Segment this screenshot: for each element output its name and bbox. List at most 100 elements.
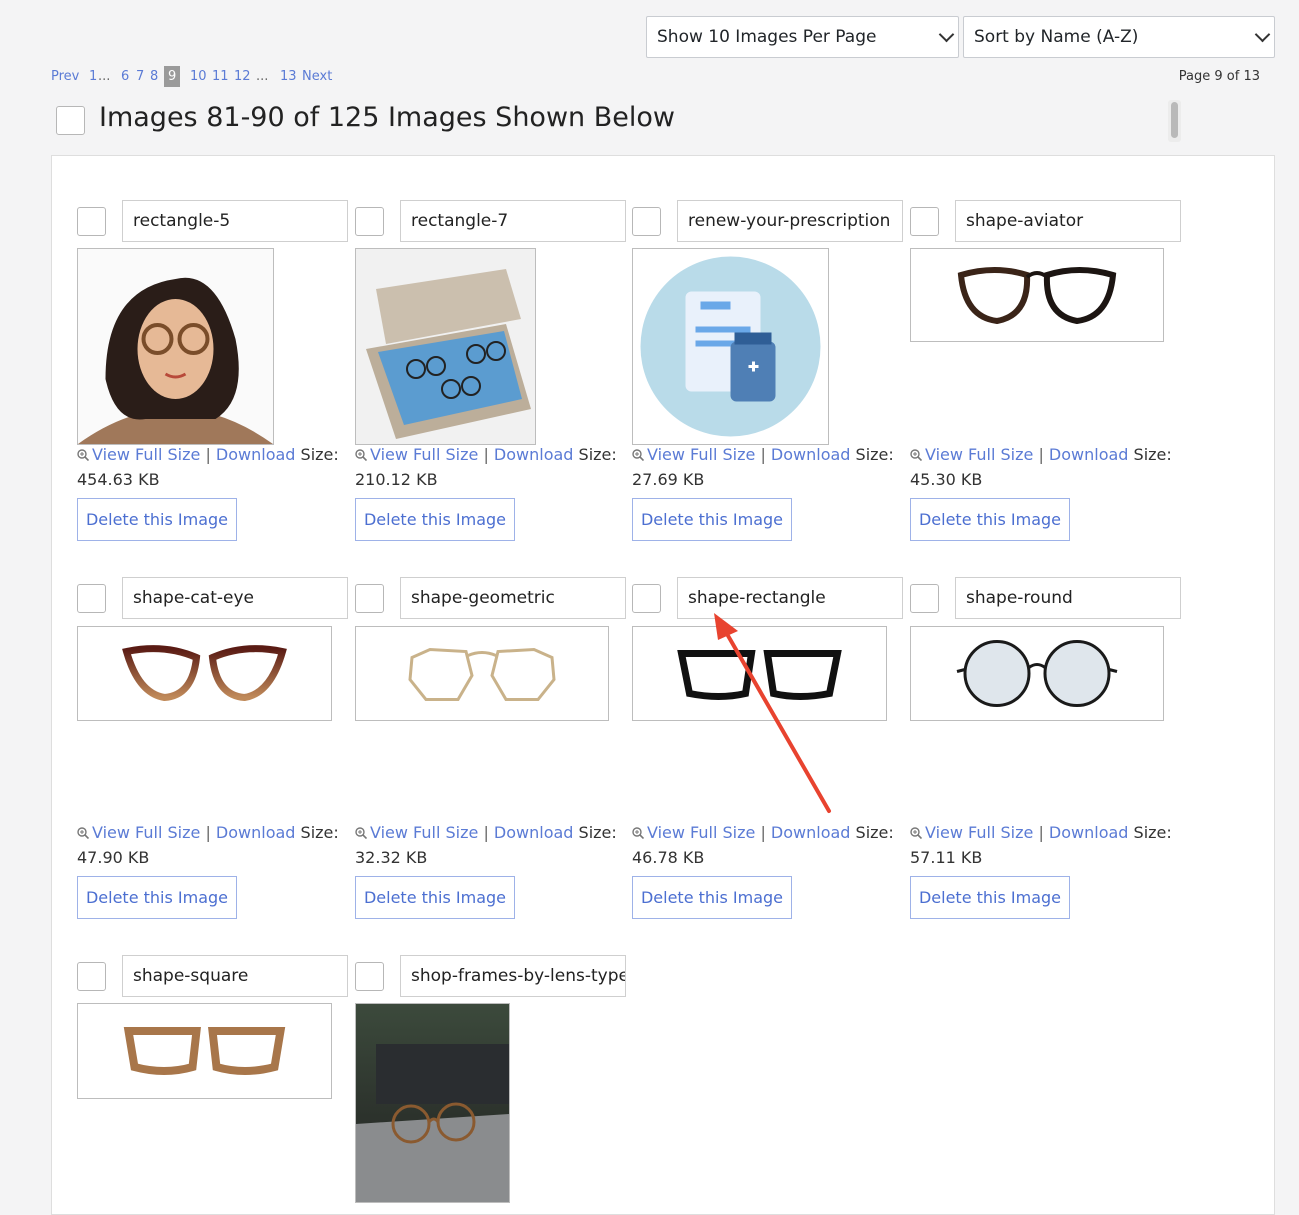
image-size: 57.11 KB — [910, 848, 983, 867]
download-link[interactable]: Download — [1049, 823, 1129, 842]
size-label: Size: — [855, 823, 894, 842]
image-links: View Full Size | Download Size: — [910, 823, 1172, 842]
image-name-field[interactable]: shape-square — [122, 955, 348, 997]
image-thumbnail[interactable] — [77, 1003, 332, 1099]
link-separator: | — [1038, 445, 1044, 464]
pagination-next[interactable]: Next — [302, 69, 332, 84]
image-name-field[interactable]: rectangle-7 — [400, 200, 626, 242]
pagination-page-6[interactable]: 6 — [121, 69, 129, 84]
image-links: View Full Size | Download Size: — [355, 823, 617, 842]
zoom-icon — [910, 446, 923, 462]
image-select-checkbox[interactable] — [632, 584, 661, 613]
image-thumbnail[interactable] — [355, 626, 609, 721]
size-label: Size: — [578, 823, 617, 842]
pagination-page-8[interactable]: 8 — [150, 69, 158, 84]
view-full-size-link[interactable]: View Full Size — [647, 445, 755, 464]
image-name-field[interactable]: shape-round — [955, 577, 1181, 619]
image-size: 47.90 KB — [77, 848, 150, 867]
view-full-size-link[interactable]: View Full Size — [370, 823, 478, 842]
size-label: Size: — [300, 445, 339, 464]
image-select-checkbox[interactable] — [77, 207, 106, 236]
link-separator: | — [760, 445, 766, 464]
pagination-page-7[interactable]: 7 — [136, 69, 144, 84]
image-size: 45.30 KB — [910, 470, 983, 489]
view-full-size-link[interactable]: View Full Size — [92, 445, 200, 464]
sort-select[interactable]: Sort by Name (A-Z) — [963, 16, 1275, 58]
link-separator: | — [760, 823, 766, 842]
image-thumbnail[interactable] — [355, 248, 536, 445]
pagination-page-13[interactable]: 13 — [280, 69, 297, 84]
delete-image-button[interactable]: Delete this Image — [632, 498, 792, 541]
image-select-checkbox[interactable] — [355, 962, 384, 991]
size-label: Size: — [1133, 445, 1172, 464]
image-size: 454.63 KB — [77, 470, 160, 489]
delete-image-button[interactable]: Delete this Image — [77, 876, 237, 919]
download-link[interactable]: Download — [494, 823, 574, 842]
image-select-checkbox[interactable] — [632, 207, 661, 236]
image-thumbnail[interactable] — [77, 248, 274, 445]
download-link[interactable]: Download — [771, 445, 851, 464]
delete-image-button[interactable]: Delete this Image — [910, 498, 1070, 541]
image-links: View Full Size | Download Size: — [77, 445, 339, 464]
page-title: Images 81-90 of 125 Images Shown Below — [99, 102, 675, 133]
image-select-checkbox[interactable] — [910, 584, 939, 613]
image-select-checkbox[interactable] — [77, 962, 106, 991]
download-link[interactable]: Download — [771, 823, 851, 842]
link-separator: | — [205, 445, 211, 464]
image-thumbnail[interactable] — [910, 626, 1164, 721]
image-select-checkbox[interactable] — [910, 207, 939, 236]
zoom-icon — [632, 446, 645, 462]
pagination-ellipsis: ... — [256, 69, 269, 84]
image-name-field[interactable]: shop-frames-by-lens-type — [400, 955, 626, 997]
image-thumbnail[interactable] — [632, 248, 829, 445]
zoom-icon — [355, 446, 368, 462]
download-link[interactable]: Download — [216, 445, 296, 464]
zoom-icon — [632, 824, 645, 840]
image-name-field[interactable]: shape-geometric — [400, 577, 626, 619]
scrollbar-thumb[interactable] — [1171, 102, 1178, 138]
image-thumbnail[interactable] — [77, 626, 332, 721]
pagination-current-page: 9 — [164, 66, 181, 87]
delete-image-button[interactable]: Delete this Image — [355, 498, 515, 541]
view-full-size-link[interactable]: View Full Size — [370, 445, 478, 464]
image-links: View Full Size | Download Size: — [355, 445, 617, 464]
per-page-select[interactable]: Show 10 Images Per Page — [646, 16, 959, 58]
pagination-page-12[interactable]: 12 — [234, 69, 251, 84]
view-full-size-link[interactable]: View Full Size — [925, 445, 1033, 464]
image-name-field[interactable]: shape-cat-eye — [122, 577, 348, 619]
image-name-field[interactable]: renew-your-prescription — [677, 200, 903, 242]
link-separator: | — [1038, 823, 1044, 842]
delete-image-button[interactable]: Delete this Image — [910, 876, 1070, 919]
size-label: Size: — [855, 445, 894, 464]
delete-image-button[interactable]: Delete this Image — [632, 876, 792, 919]
view-full-size-link[interactable]: View Full Size — [92, 823, 200, 842]
image-thumbnail[interactable] — [355, 1003, 510, 1203]
image-size: 210.12 KB — [355, 470, 438, 489]
pagination-page-1[interactable]: 1 — [89, 69, 97, 84]
image-size: 32.32 KB — [355, 848, 428, 867]
image-thumbnail[interactable] — [910, 248, 1164, 342]
zoom-icon — [77, 824, 90, 840]
image-links: View Full Size | Download Size: — [632, 445, 894, 464]
link-separator: | — [205, 823, 211, 842]
download-link[interactable]: Download — [1049, 445, 1129, 464]
view-full-size-link[interactable]: View Full Size — [925, 823, 1033, 842]
select-all-checkbox[interactable] — [56, 106, 85, 135]
image-select-checkbox[interactable] — [355, 207, 384, 236]
pagination-prev[interactable]: Prev — [51, 69, 79, 84]
image-select-checkbox[interactable] — [77, 584, 106, 613]
view-full-size-link[interactable]: View Full Size — [647, 823, 755, 842]
download-link[interactable]: Download — [216, 823, 296, 842]
pagination-page-10[interactable]: 10 — [190, 69, 207, 84]
pagination-page-11[interactable]: 11 — [212, 69, 229, 84]
delete-image-button[interactable]: Delete this Image — [355, 876, 515, 919]
download-link[interactable]: Download — [494, 445, 574, 464]
image-name-field[interactable]: rectangle-5 — [122, 200, 348, 242]
annotation-arrow-icon — [714, 613, 831, 813]
zoom-icon — [910, 824, 923, 840]
image-select-checkbox[interactable] — [355, 584, 384, 613]
image-name-field[interactable]: shape-aviator — [955, 200, 1181, 242]
link-separator: | — [483, 445, 489, 464]
image-links: View Full Size | Download Size: — [632, 823, 894, 842]
delete-image-button[interactable]: Delete this Image — [77, 498, 237, 541]
